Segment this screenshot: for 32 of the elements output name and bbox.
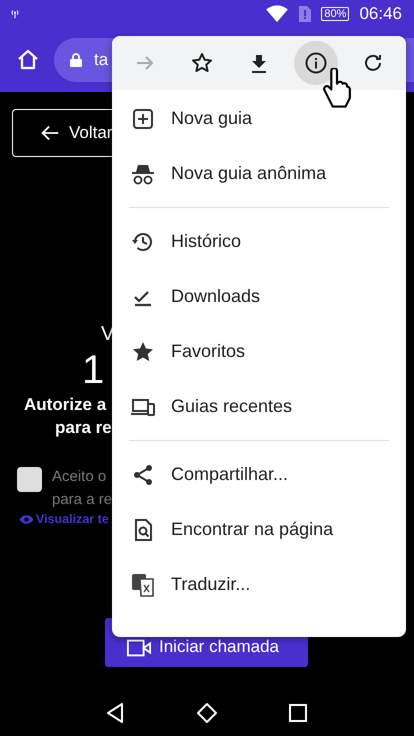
star-icon [131, 340, 155, 364]
page-title: 1 [82, 348, 104, 393]
info-button[interactable] [294, 41, 338, 85]
menu-item[interactable]: Favoritos [112, 324, 406, 379]
sim-alert-icon [299, 6, 312, 22]
signal-icon [10, 8, 20, 20]
menu-item[interactable]: Guias recentes [112, 379, 406, 434]
page-heading: para re [54, 417, 112, 439]
hand-cursor-icon [322, 68, 352, 108]
menu-item[interactable]: Downloads [112, 269, 406, 324]
menu-item[interactable]: Compartilhar... [112, 447, 406, 502]
page-heading: Autorize a [23, 394, 106, 416]
eye-icon [19, 514, 34, 524]
consent-text: para a re [52, 490, 112, 510]
menu-item[interactable]: Encontrar na página [112, 502, 406, 557]
home-icon[interactable] [194, 701, 219, 725]
translate-icon [131, 572, 155, 596]
wifi-icon [265, 5, 290, 23]
clock: 06:46 [359, 4, 402, 24]
lock-icon [70, 53, 82, 67]
plus-box-icon [131, 106, 155, 130]
consent-text: Aceito o [52, 467, 108, 487]
url-text: ta [94, 50, 108, 70]
home-icon[interactable] [16, 48, 40, 72]
menu-item[interactable]: Histórico [112, 214, 406, 269]
menu-item[interactable]: Traduzir... [112, 557, 406, 612]
share-icon [131, 462, 155, 486]
consent-checkbox[interactable] [17, 467, 42, 492]
video-icon [127, 639, 151, 657]
star-icon [190, 51, 214, 75]
info-icon [304, 51, 328, 75]
battery-indicator: 80% [321, 7, 350, 21]
